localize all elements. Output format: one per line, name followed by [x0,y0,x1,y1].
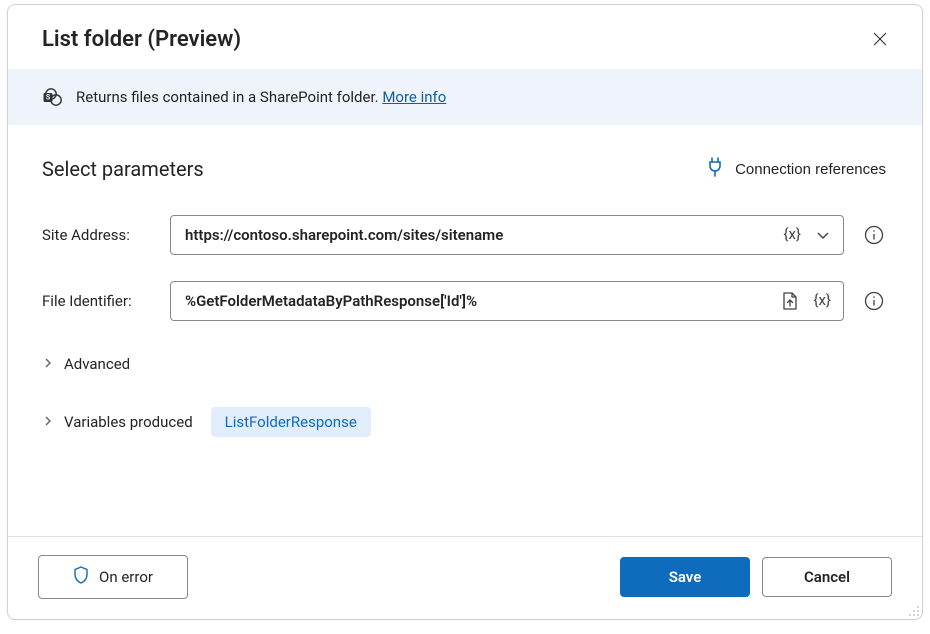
file-identifier-input-shell[interactable]: {x} [170,281,844,321]
close-icon [872,35,888,50]
info-icon [864,233,884,248]
dialog-footer: On error Save Cancel [8,536,922,619]
connection-references-button[interactable]: Connection references [705,153,888,185]
variables-produced-row: Variables produced ListFolderResponse [42,407,888,437]
list-folder-dialog: List folder (Preview) S Returns files co… [7,4,923,620]
advanced-expander[interactable]: Advanced [42,347,130,381]
on-error-label: On error [99,568,153,586]
label-site-address: Site Address: [42,226,154,244]
variable-pill-listfolderresponse[interactable]: ListFolderResponse [211,407,371,437]
field-row-site-address: Site Address: {x} [42,215,888,255]
svg-text:S: S [46,94,51,102]
variables-produced-expander[interactable]: Variables produced [42,413,193,431]
file-identifier-input[interactable] [183,291,771,311]
resize-grip[interactable] [906,603,920,617]
field-row-file-identifier: File Identifier: {x} [42,281,888,321]
site-address-input-shell[interactable]: {x} [170,215,844,255]
chevron-right-icon [42,413,54,431]
info-icon [864,299,884,314]
sharepoint-icon: S [42,87,62,107]
connection-references-label: Connection references [735,161,886,178]
save-button[interactable]: Save [620,557,750,597]
dialog-title: List folder (Preview) [42,27,241,52]
file-select-icon [781,300,799,315]
plug-icon [707,157,723,181]
shield-icon [73,566,89,588]
insert-variable-button[interactable]: {x} [779,230,805,240]
more-info-link[interactable]: More info [382,88,446,106]
on-error-button[interactable]: On error [38,555,188,599]
variable-brace-icon: {x} [813,291,831,309]
parameters-header: Select parameters Connection references [42,153,888,185]
insert-variable-button-2[interactable]: {x} [809,296,835,306]
chevron-down-icon [815,232,831,247]
variables-produced-label: Variables produced [64,413,193,431]
site-address-dropdown-button[interactable] [811,223,835,247]
close-button[interactable] [866,25,894,53]
info-text: Returns files contained in a SharePoint … [76,88,446,106]
footer-right-buttons: Save Cancel [620,557,892,597]
info-banner: S Returns files contained in a SharePoin… [8,69,922,125]
advanced-label: Advanced [64,355,130,373]
chevron-right-icon [42,355,54,373]
dialog-header: List folder (Preview) [8,5,922,69]
site-address-info-button[interactable] [860,221,888,249]
cancel-button[interactable]: Cancel [762,557,892,597]
label-file-identifier: File Identifier: [42,292,154,310]
variable-brace-icon: {x} [783,225,801,243]
site-address-input[interactable] [183,225,773,245]
section-title: Select parameters [42,157,204,181]
dialog-body: Select parameters Connection references … [8,125,922,536]
file-identifier-info-button[interactable] [860,287,888,315]
file-picker-button[interactable] [777,287,803,315]
